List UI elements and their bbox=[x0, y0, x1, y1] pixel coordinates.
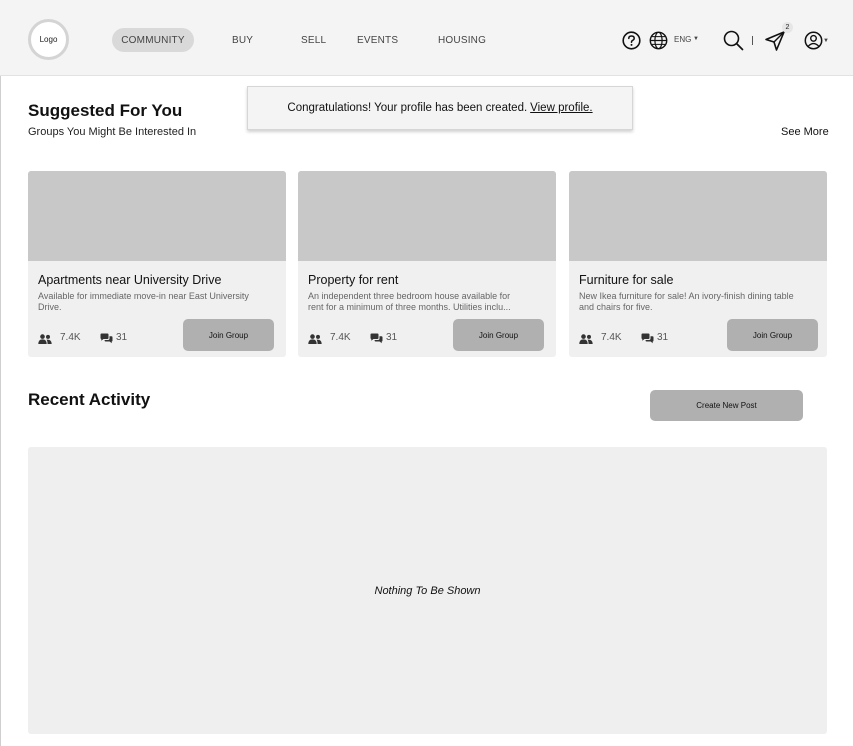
recent-activity-title: Recent Activity bbox=[28, 390, 151, 409]
comments-icon bbox=[100, 331, 113, 344]
nav-housing[interactable]: HOUSING bbox=[438, 28, 486, 52]
join-group-button[interactable]: Join Group bbox=[727, 319, 818, 351]
profile-created-toast: Congratulations! Your profile has been c… bbox=[247, 86, 633, 130]
view-profile-link[interactable]: View profile. bbox=[530, 102, 592, 114]
nav-buy[interactable]: BUY bbox=[232, 28, 253, 52]
card-image-placeholder bbox=[28, 171, 286, 261]
section-title: Suggested For You bbox=[28, 101, 183, 120]
help-icon[interactable] bbox=[622, 31, 641, 50]
group-card[interactable]: Property for rent An independent three b… bbox=[298, 171, 556, 357]
members-icon bbox=[38, 331, 52, 344]
logo[interactable]: Logo bbox=[28, 19, 69, 60]
members-count: 7.4K bbox=[601, 332, 622, 343]
header-divider bbox=[752, 36, 753, 45]
send-icon[interactable] bbox=[764, 30, 786, 52]
comments-icon bbox=[641, 331, 654, 344]
top-navigation-bar: Logo COMMUNITY BUY SELL EVENTS HOUSING E… bbox=[0, 0, 853, 76]
comments-icon bbox=[370, 331, 383, 344]
posts-count: 31 bbox=[657, 332, 669, 343]
card-title: Furniture for sale bbox=[579, 273, 674, 287]
user-menu-chevron-icon: ▼ bbox=[823, 38, 829, 44]
group-card[interactable]: Furniture for sale New Ikea furniture fo… bbox=[569, 171, 827, 357]
members-icon bbox=[308, 331, 322, 344]
globe-icon[interactable] bbox=[649, 31, 668, 50]
members-count: 7.4K bbox=[60, 332, 81, 343]
card-image-placeholder bbox=[298, 171, 556, 261]
card-description: New Ikea furniture for sale! An ivory-fi… bbox=[579, 291, 794, 312]
card-image-placeholder bbox=[569, 171, 827, 261]
chevron-down-icon: ▼ bbox=[693, 36, 699, 42]
empty-state-message: Nothing To Be Shown bbox=[374, 584, 481, 597]
members-count: 7.4K bbox=[330, 332, 351, 343]
create-new-post-button[interactable]: Create New Post bbox=[650, 390, 803, 421]
card-title: Apartments near University Drive bbox=[38, 273, 222, 287]
posts-count: 31 bbox=[116, 332, 128, 343]
language-selector[interactable]: ENG bbox=[674, 35, 691, 44]
nav-community[interactable]: COMMUNITY bbox=[112, 28, 194, 52]
group-card[interactable]: Apartments near University Drive Availab… bbox=[28, 171, 286, 357]
posts-count: 31 bbox=[386, 332, 398, 343]
toast-message: Congratulations! Your profile has been c… bbox=[287, 102, 528, 114]
card-description: An independent three bedroom house avail… bbox=[308, 291, 511, 312]
search-icon[interactable] bbox=[723, 30, 744, 51]
card-title: Property for rent bbox=[308, 273, 399, 287]
join-group-button[interactable]: Join Group bbox=[183, 319, 274, 351]
nav-events[interactable]: EVENTS bbox=[357, 28, 398, 52]
join-group-button[interactable]: Join Group bbox=[453, 319, 544, 351]
page-left-border bbox=[0, 76, 1, 746]
user-icon[interactable] bbox=[804, 31, 823, 50]
see-more-link[interactable]: See More bbox=[781, 126, 829, 138]
section-subtitle: Groups You Might Be Interested In bbox=[28, 126, 197, 138]
nav-sell[interactable]: SELL bbox=[301, 28, 326, 52]
recent-activity-panel: Nothing To Be Shown bbox=[28, 447, 827, 734]
card-description: Available for immediate move-in near Eas… bbox=[38, 291, 249, 312]
notification-badge: 2 bbox=[782, 22, 793, 33]
members-icon bbox=[579, 331, 593, 344]
